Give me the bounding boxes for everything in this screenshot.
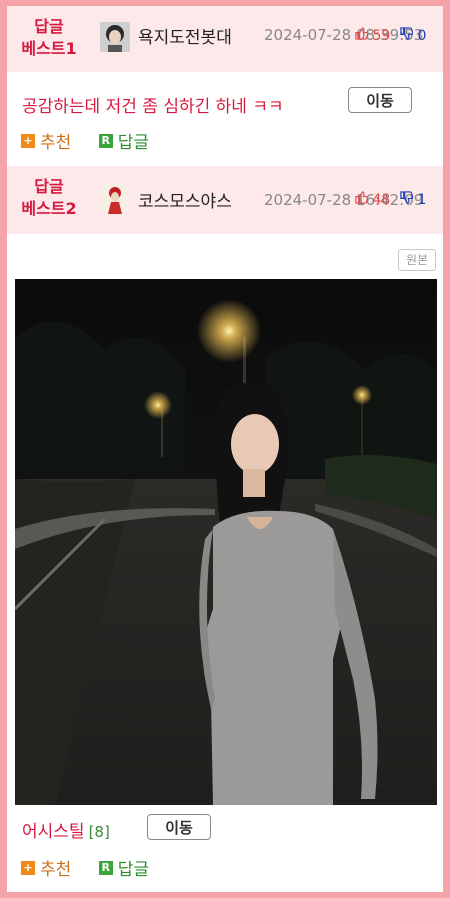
best-reply-header-2: 답글 베스트2 코스모스야스 2024-07-28 16:42:09 48 1 <box>7 166 443 234</box>
upvote[interactable]: 59 <box>355 27 390 44</box>
nickname[interactable]: 욕지도전봇대 <box>138 23 232 48</box>
recommend-button[interactable]: + 추천 <box>21 128 71 153</box>
best-badge-2: 답글 베스트2 <box>17 176 81 220</box>
best-reply-header-1: 답글 베스트1 욕지도전봇대 2024-07-28 08:39:53 59 0 <box>7 6 443 72</box>
avatar[interactable] <box>100 22 130 52</box>
downvote[interactable]: 0 <box>400 27 426 44</box>
reply-label: 답글 <box>117 133 149 153</box>
reply-r-icon: R <box>98 133 113 148</box>
thumb-up-icon <box>355 27 372 44</box>
thumb-up-icon <box>355 191 372 208</box>
downvote[interactable]: 1 <box>400 191 426 208</box>
downvote-count: 0 <box>417 28 427 44</box>
recommend-label: 추천 <box>40 860 72 880</box>
reply-title[interactable]: 어시스틸 [8] <box>22 817 110 842</box>
reply-button[interactable]: R 답글 <box>98 128 149 153</box>
upvote[interactable]: 48 <box>355 191 390 208</box>
reply-button[interactable]: R 답글 <box>98 855 149 880</box>
move-button[interactable]: 이동 <box>147 814 211 840</box>
thumb-down-icon <box>400 191 417 208</box>
reply-title-text: 어시스틸 <box>22 822 85 842</box>
upvote-count: 48 <box>372 192 391 208</box>
thumb-down-icon <box>400 27 417 44</box>
best-label-line1: 답글 <box>34 177 64 196</box>
best-label-line1: 답글 <box>34 17 64 36</box>
original-image-button[interactable]: 원본 <box>398 249 436 271</box>
recommend-label: 추천 <box>40 133 72 153</box>
plus-square-icon: + <box>21 133 35 148</box>
reply-actions-2: + 추천 R 답글 <box>21 855 171 880</box>
best-label-line2: 베스트1 <box>21 39 77 58</box>
recommend-button[interactable]: + 추천 <box>21 855 71 880</box>
move-button[interactable]: 이동 <box>348 87 412 113</box>
upvote-count: 59 <box>372 28 391 44</box>
attached-photo[interactable] <box>15 279 437 805</box>
reply-actions-1: + 추천 R 답글 <box>21 128 171 153</box>
downvote-count: 1 <box>417 192 427 208</box>
comment-count: [8] <box>88 823 110 841</box>
nickname[interactable]: 코스모스야스 <box>138 187 232 212</box>
avatar[interactable] <box>100 184 130 214</box>
best-badge-1: 답글 베스트1 <box>17 16 81 60</box>
reply-r-icon: R <box>98 860 113 875</box>
reply-label: 답글 <box>117 860 149 880</box>
best-label-line2: 베스트2 <box>21 199 77 218</box>
plus-square-icon: + <box>21 860 35 875</box>
comment-text: 공감하는데 저건 좀 심하긴 하네 ㅋㅋ <box>22 97 284 117</box>
comment-frame: 답글 베스트1 욕지도전봇대 2024-07-28 08:39:53 59 0 … <box>7 6 443 892</box>
